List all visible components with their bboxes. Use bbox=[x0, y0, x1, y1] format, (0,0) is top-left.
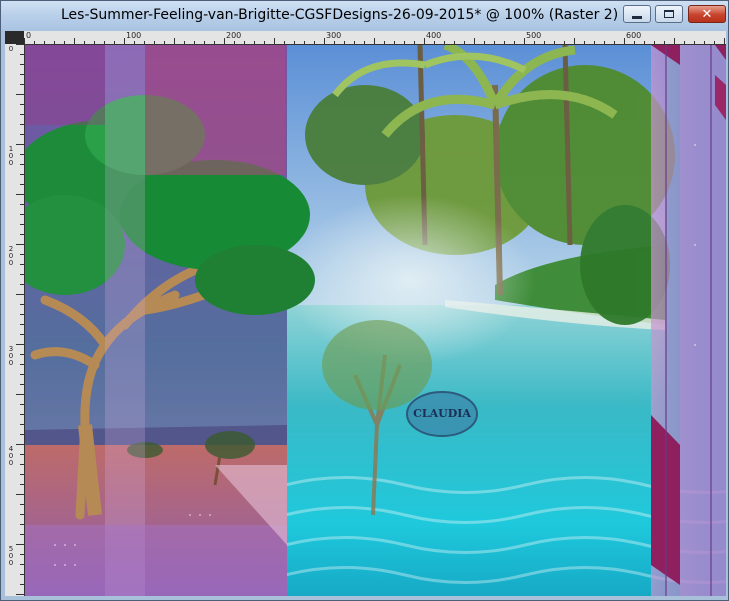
vruler-label: 300 bbox=[8, 345, 14, 367]
watermark-badge: CLAUDIA bbox=[406, 391, 478, 437]
vruler-label: 200 bbox=[8, 245, 14, 267]
hruler-label: 200 bbox=[226, 31, 242, 40]
vruler-label: 400 bbox=[8, 445, 14, 467]
title-bar[interactable]: Les-Summer-Feeling-van-Brigitte-CGSFDesi… bbox=[1, 1, 728, 31]
artwork: CLAUDIA bbox=[25, 45, 726, 596]
close-icon: ✕ bbox=[701, 6, 713, 22]
close-button[interactable]: ✕ bbox=[688, 5, 726, 23]
hruler-label: 300 bbox=[326, 31, 342, 40]
ruler-corner[interactable] bbox=[5, 31, 24, 44]
window-title: Les-Summer-Feeling-van-Brigitte-CGSFDesi… bbox=[61, 7, 619, 23]
minimize-icon bbox=[632, 15, 642, 19]
vruler-label: 0 bbox=[8, 45, 14, 53]
hruler-label: 100 bbox=[126, 31, 142, 40]
vruler-label: 100 bbox=[8, 145, 14, 167]
minimize-button[interactable] bbox=[623, 5, 651, 23]
vertical-ruler[interactable]: 0 100 200 300 400 500 bbox=[5, 44, 25, 596]
maximize-button[interactable] bbox=[655, 5, 683, 23]
image-window: Les-Summer-Feeling-van-Brigitte-CGSFDesi… bbox=[0, 0, 729, 601]
hruler-label: 0 bbox=[26, 31, 32, 40]
hruler-label: 400 bbox=[426, 31, 442, 40]
hruler-label: 500 bbox=[526, 31, 542, 40]
vruler-label: 500 bbox=[8, 545, 14, 567]
horizontal-ruler[interactable]: 0 100 200 300 400 500 600 bbox=[24, 31, 726, 45]
vertical-ruler-ticks bbox=[5, 44, 24, 596]
maximize-icon bbox=[664, 10, 674, 18]
image-canvas[interactable]: CLAUDIA bbox=[25, 45, 726, 596]
watermark-text: CLAUDIA bbox=[413, 407, 471, 420]
hruler-label: 600 bbox=[626, 31, 642, 40]
